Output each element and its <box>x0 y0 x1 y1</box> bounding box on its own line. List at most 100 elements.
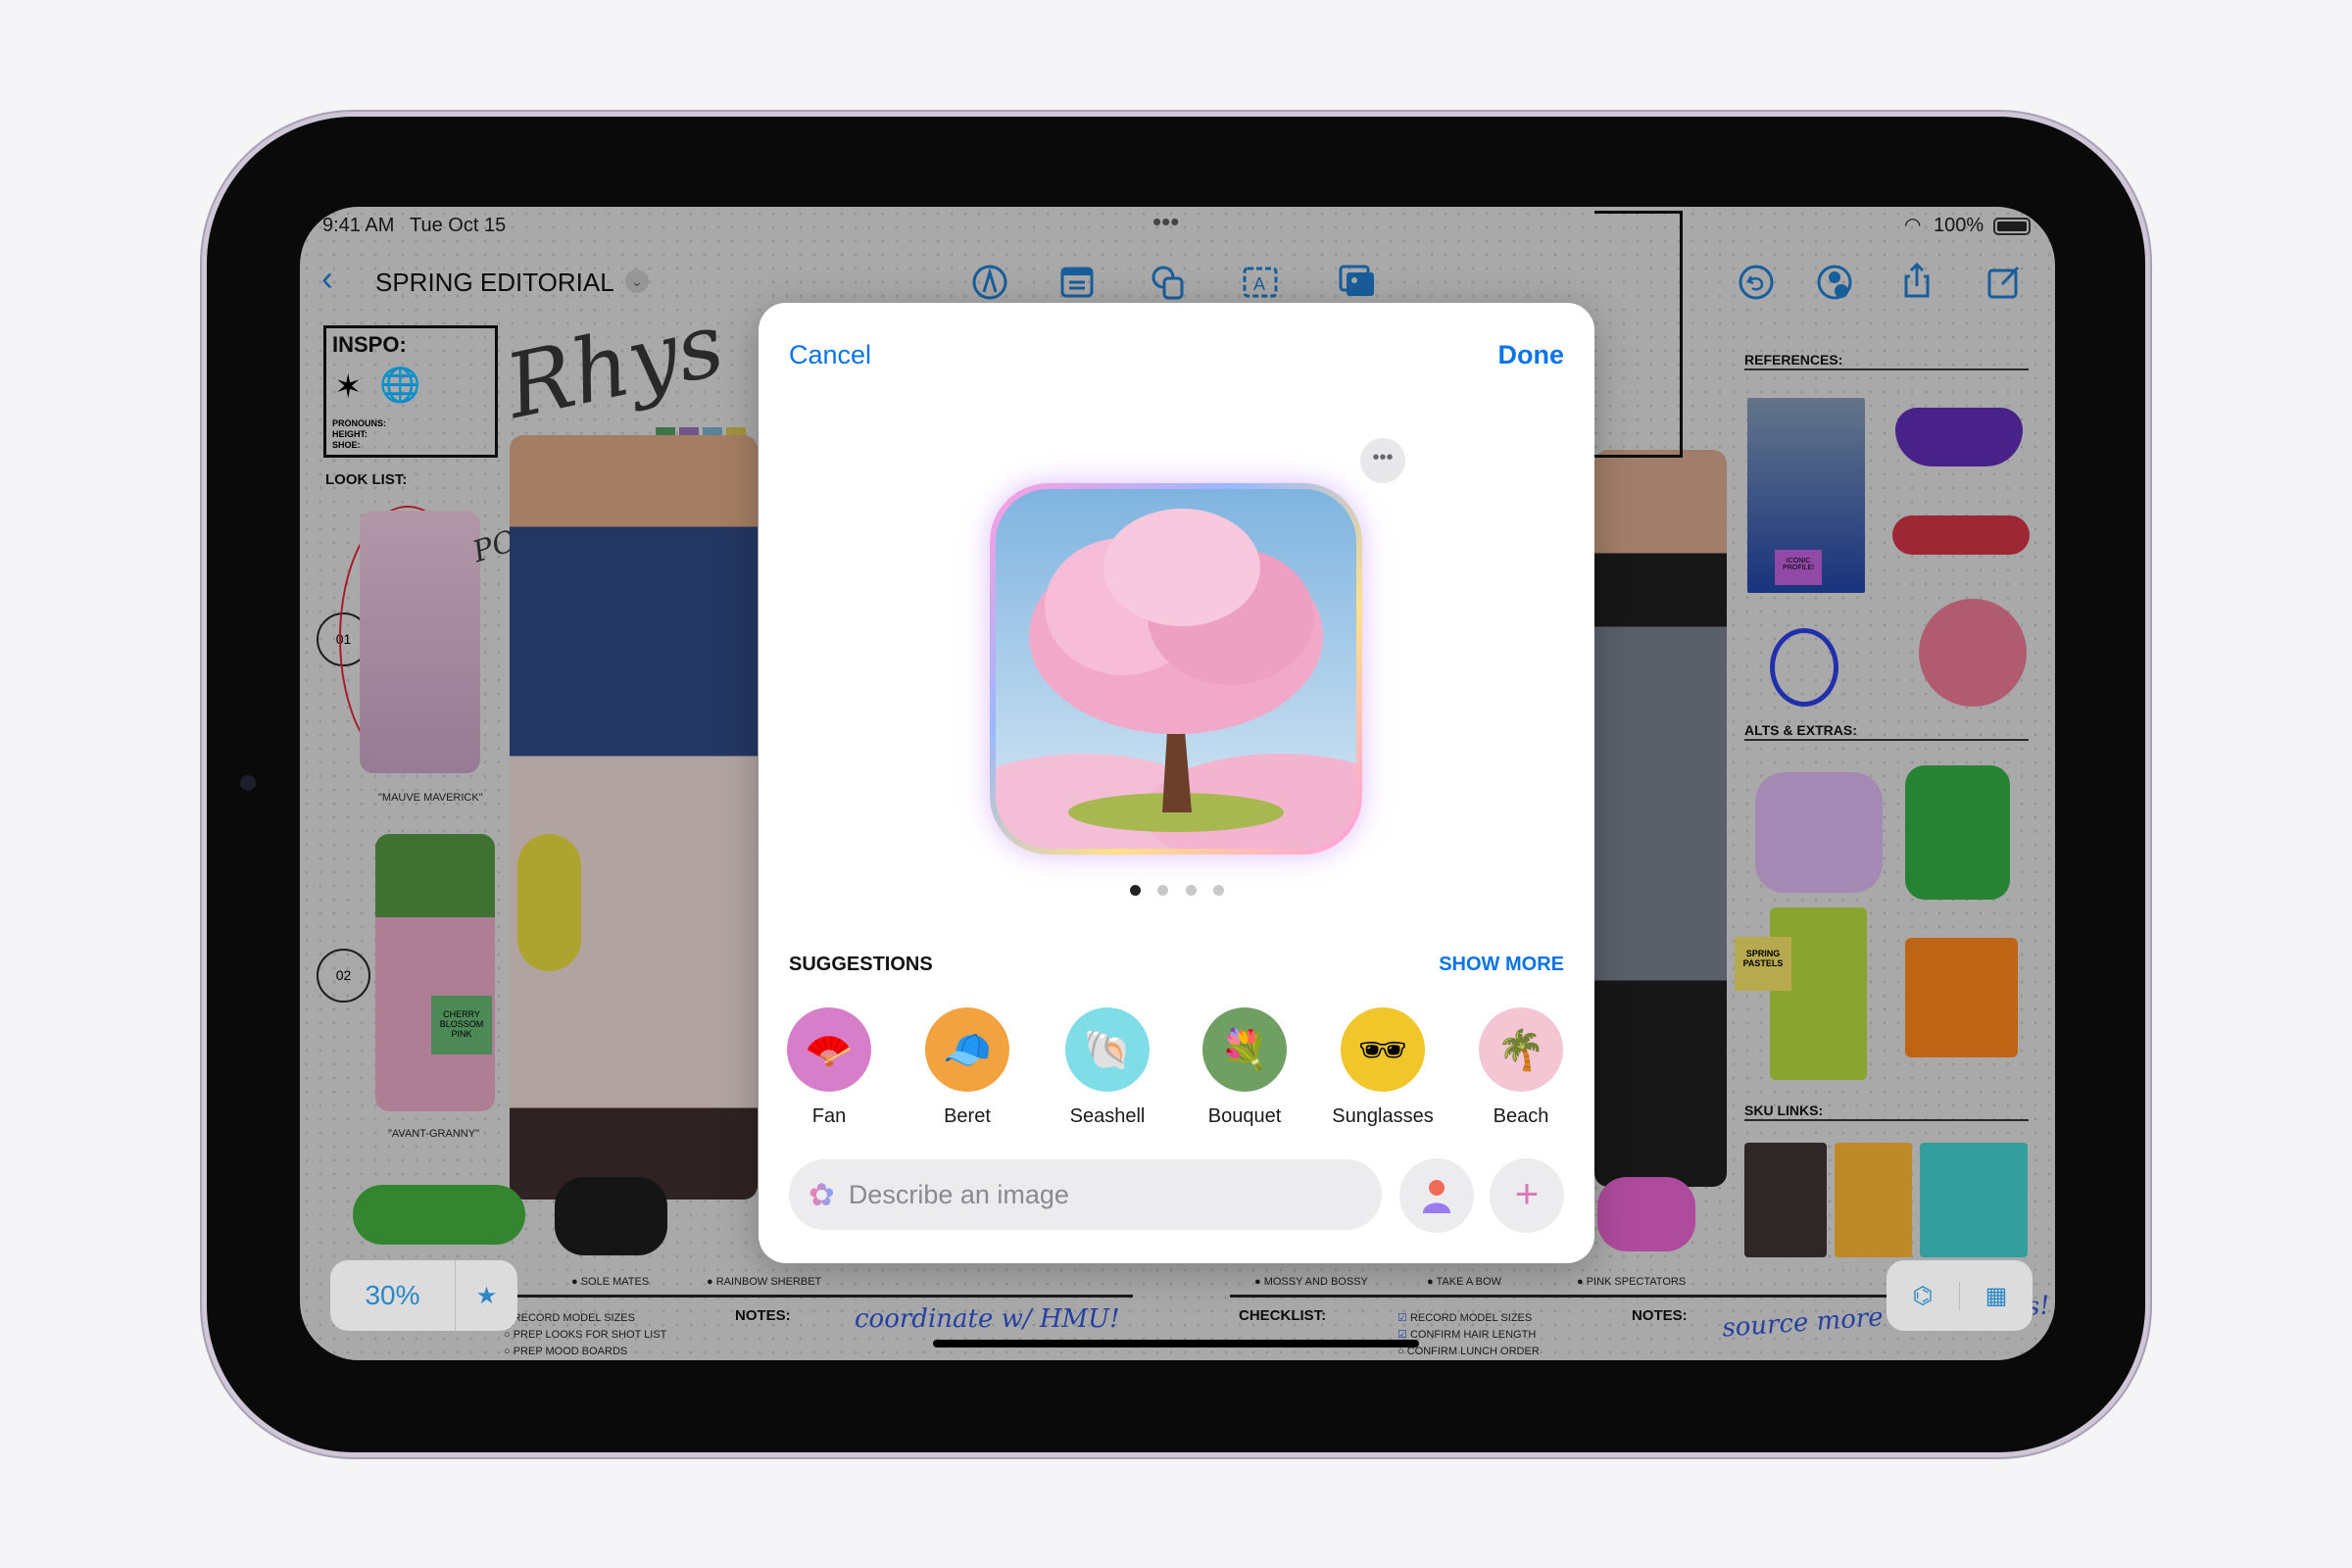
bullet-sole-mates: ● SOLE MATES <box>571 1276 650 1288</box>
divider <box>507 1295 1133 1298</box>
add-person-button[interactable] <box>1399 1158 1474 1233</box>
checklist-label: CHECKLIST: <box>1239 1307 1327 1324</box>
globe-icon: 🌐 <box>379 367 421 404</box>
connection-icon[interactable]: ⌬ <box>1886 1282 1959 1310</box>
check-text: RECORD MODEL SIZES <box>513 1312 635 1324</box>
share-icon[interactable] <box>1897 261 1936 300</box>
compose-icon[interactable] <box>1984 263 2024 302</box>
suggestion-beret[interactable]: 🧢 Beret <box>904 1007 1031 1128</box>
check-item[interactable]: ○ PREP MOOD BOARDS <box>504 1344 666 1360</box>
sku-card-2[interactable] <box>1835 1143 1912 1257</box>
notes-label: NOTES: <box>735 1307 791 1324</box>
green-shoes-photo[interactable] <box>353 1185 525 1245</box>
check-item[interactable]: ○ PREP LOOKS FOR SHOT LIST <box>504 1327 666 1344</box>
media-icon[interactable] <box>1338 263 1377 302</box>
avant-granny-caption: "AVANT-GRANNY" <box>388 1128 479 1140</box>
right-model-photo[interactable] <box>1594 450 1727 1187</box>
sku-card-3[interactable] <box>1920 1143 2028 1257</box>
bullet-take-a-bow: ● TAKE A BOW <box>1427 1276 1501 1288</box>
signature-rhys: Rhys <box>497 292 733 440</box>
red-sunglasses[interactable] <box>1892 515 2030 555</box>
suggestion-label: Bouquet <box>1207 1105 1282 1127</box>
beach-icon: 🌴 <box>1479 1007 1563 1092</box>
describe-image-input[interactable]: ✿ Describe an image <box>789 1159 1382 1230</box>
sku-card-1[interactable] <box>1744 1143 1827 1257</box>
undo-icon[interactable] <box>1737 263 1776 302</box>
notes-label-2: NOTES: <box>1632 1307 1688 1324</box>
look-2-photo[interactable] <box>375 834 495 1111</box>
model-photo[interactable] <box>510 435 758 1200</box>
zoom-level[interactable]: 30% <box>330 1260 456 1331</box>
orange-top[interactable] <box>1905 938 2018 1057</box>
person-icon <box>1423 1180 1450 1213</box>
board-title[interactable]: SPRING EDITORIAL <box>375 268 614 298</box>
cherry-blossom-sticky[interactable]: CHERRY BLOSSOM PINK <box>431 996 492 1054</box>
image-playground-sheet: Cancel Done ••• SUGGESTIONS SHOW MORE 🪭 F… <box>759 303 1594 1263</box>
shoe-label: SHOE: <box>332 440 361 450</box>
image-playground-icon: ✿ <box>808 1177 835 1212</box>
check-item[interactable]: ☑ CONFIRM HAIR LENGTH <box>1397 1327 1540 1344</box>
collaborate-icon[interactable] <box>1815 263 1854 302</box>
text-box-icon[interactable] <box>1057 263 1097 302</box>
alts-extras-label: ALTS & EXTRAS: <box>1744 722 1857 738</box>
right-box <box>1594 211 1683 458</box>
generated-image[interactable] <box>990 483 1362 855</box>
shapes-icon[interactable] <box>1149 263 1188 302</box>
star-icon: ✶ <box>334 368 363 406</box>
cancel-button[interactable]: Cancel <box>789 340 871 370</box>
done-button[interactable]: Done <box>1498 340 1565 370</box>
bullet-text: MOSSY AND BOSSY <box>1263 1276 1368 1288</box>
suggestion-fan[interactable]: 🪭 Fan <box>765 1007 893 1128</box>
black-shoes-photo[interactable] <box>555 1177 667 1255</box>
suggestion-label: Beach <box>1493 1105 1549 1127</box>
left-checklist: ○ RECORD MODEL SIZES ○ PREP LOOKS FOR SH… <box>504 1310 666 1360</box>
check-item[interactable]: ○ RECORD MODEL SIZES <box>504 1310 666 1327</box>
status-date: Tue Oct 15 <box>410 215 507 236</box>
text-format-icon[interactable]: A <box>1241 263 1280 302</box>
blue-cord[interactable] <box>1770 628 1838 707</box>
sku-links-label: SKU LINKS: <box>1744 1102 1824 1118</box>
check-item[interactable]: ○ CONFIRM LUNCH ORDER <box>1397 1344 1540 1360</box>
wifi-icon: ◠ <box>1904 215 1922 236</box>
bullet-text: RAINBOW SHERBET <box>715 1276 822 1288</box>
seashell-icon: 🐚 <box>1065 1007 1150 1092</box>
title-menu-chevron-icon[interactable]: ⌄ <box>625 270 649 293</box>
show-more-button[interactable]: SHOW MORE <box>1439 954 1564 976</box>
suggestions-title: SUGGESTIONS <box>789 954 933 975</box>
flower-photo[interactable] <box>1919 599 2027 707</box>
back-chevron-icon[interactable]: ‹ <box>321 258 333 299</box>
green-pants[interactable] <box>1770 907 1867 1080</box>
more-options-icon[interactable]: ••• <box>1360 438 1405 483</box>
iconic-profile-sticky[interactable]: ICONIC PROFILE! <box>1775 550 1822 585</box>
sunglasses-icon: 🕶 <box>1341 1007 1425 1092</box>
check-text: CONFIRM LUNCH ORDER <box>1406 1346 1540 1357</box>
purple-sunglasses[interactable] <box>1895 408 2023 466</box>
purple-bag[interactable] <box>1755 772 1883 893</box>
multitask-dots-icon[interactable]: ••• <box>1152 207 1179 237</box>
pronouns-label: PRONOUNS: <box>332 418 387 428</box>
favorites-star-icon[interactable]: ★ <box>456 1282 517 1310</box>
look-02-badge: 02 <box>317 949 370 1003</box>
bullet-text: SOLE MATES <box>580 1276 650 1288</box>
grid-icon[interactable]: ▦ <box>1959 1281 2033 1310</box>
check-item[interactable]: ☑ RECORD MODEL SIZES <box>1397 1310 1540 1327</box>
battery-percent: 100% <box>1934 215 1984 236</box>
suggestion-beach[interactable]: 🌴 Beach <box>1457 1007 1585 1128</box>
green-bag[interactable] <box>1905 765 2010 900</box>
lemon-bag-photo[interactable] <box>517 834 581 971</box>
suggestion-sunglasses[interactable]: 🕶 Sunglasses <box>1319 1007 1446 1128</box>
spring-pastels-sticky[interactable]: SPRING PASTELS <box>1735 937 1791 991</box>
suggestion-bouquet[interactable]: 💐 Bouquet <box>1181 1007 1308 1128</box>
front-camera <box>240 775 256 791</box>
fan-icon: 🪭 <box>787 1007 871 1092</box>
divider <box>1744 368 2029 370</box>
home-indicator[interactable] <box>933 1340 1419 1348</box>
suggestion-seashell[interactable]: 🐚 Seashell <box>1044 1007 1171 1128</box>
pink-shoes-photo[interactable] <box>1597 1177 1695 1251</box>
status-time: 9:41 AM <box>322 215 395 236</box>
pen-tool-icon[interactable] <box>970 263 1009 302</box>
suggestion-label: Beret <box>944 1105 991 1127</box>
check-text: RECORD MODEL SIZES <box>1409 1312 1533 1324</box>
add-style-button[interactable]: + <box>1490 1158 1564 1233</box>
look-1-photo[interactable] <box>360 511 480 773</box>
